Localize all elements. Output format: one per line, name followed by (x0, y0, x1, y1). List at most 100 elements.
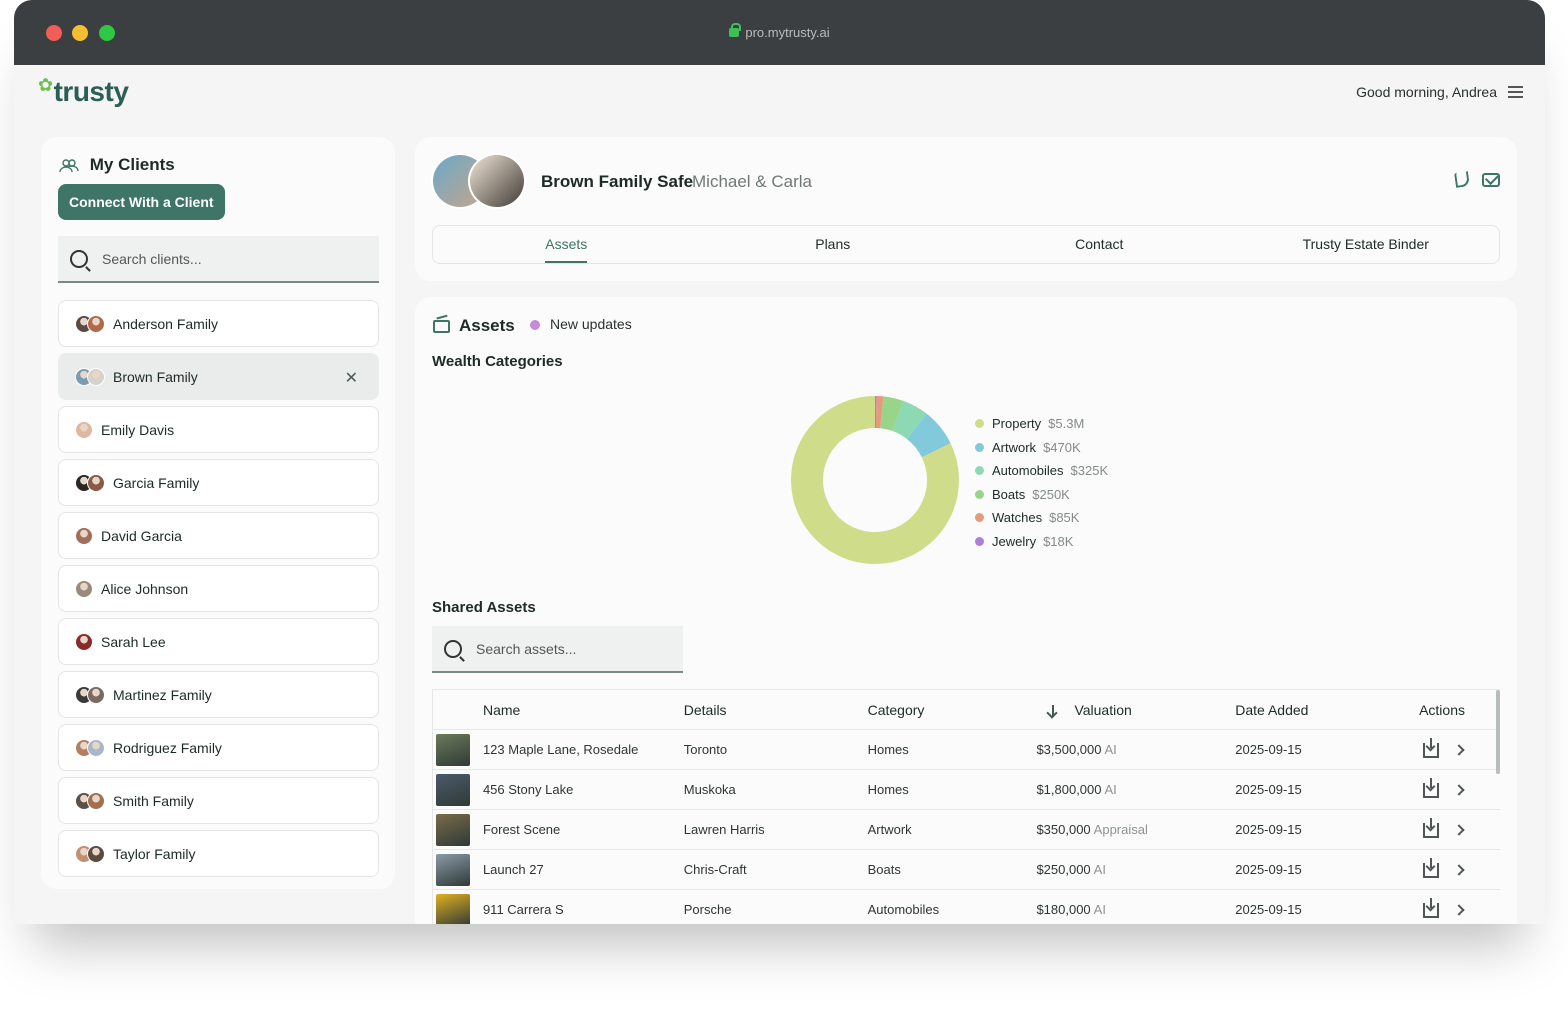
valuation-source: AI (1093, 902, 1106, 917)
table-row[interactable]: 911 Carrera S Porsche Automobiles $180,000 A… (433, 890, 1500, 924)
client-item[interactable]: Martinez Family (58, 671, 379, 718)
column-valuation[interactable]: Valuation (1036, 702, 1235, 718)
client-item[interactable]: Emily Davis (58, 406, 379, 453)
client-name: Sarah Lee (101, 633, 166, 650)
address-bar[interactable]: pro.mytrusty.ai (14, 23, 1545, 40)
asset-category: Boats (867, 862, 901, 877)
table-row[interactable]: Forest Scene Lawren Harris Artwork $350,000… (433, 810, 1500, 850)
avatar (75, 314, 105, 333)
table-row[interactable]: 123 Maple Lane, Rosedale Toronto Homes $3,5… (433, 730, 1500, 770)
search-icon (444, 639, 462, 658)
client-name: Rodriguez Family (113, 739, 222, 756)
client-item[interactable]: Brown Family ✕ (58, 353, 379, 400)
asset-valuation: $180,000 AI (1036, 902, 1235, 917)
client-item[interactable]: Taylor Family (58, 830, 379, 877)
client-item[interactable]: Anderson Family (58, 300, 379, 347)
legend-swatch (975, 419, 984, 429)
avatar (75, 738, 105, 757)
legend-item-watches[interactable]: Watches $85K (975, 506, 1108, 530)
legend-label: Artwork (992, 439, 1037, 455)
download-icon[interactable] (1423, 777, 1440, 798)
avatar-image (87, 473, 105, 492)
asset-thumbnail-cell (433, 813, 483, 846)
asset-category: Homes (867, 782, 909, 797)
legend-item-automobiles[interactable]: Automobiles $325K (975, 459, 1108, 483)
client-item[interactable]: Rodriguez Family (58, 724, 379, 771)
asset-search-input[interactable]: Search assets... (432, 626, 683, 673)
client-item[interactable]: Sarah Lee (58, 618, 379, 665)
sprout-icon: ✿ (38, 75, 53, 95)
asset-thumbnail-cell (433, 853, 483, 886)
valuation-source: AI (1093, 862, 1106, 877)
phone-icon[interactable] (1454, 171, 1470, 188)
table-scrollbar[interactable] (1496, 690, 1500, 774)
tab-assets[interactable]: Assets (433, 226, 700, 263)
chevron-right-icon[interactable] (1453, 824, 1465, 836)
client-list: Anderson Family Brown Family ✕ Emily Davis G… (58, 300, 379, 883)
download-icon[interactable] (1423, 737, 1440, 758)
people-icon (59, 158, 79, 172)
chevron-right-icon[interactable] (1453, 784, 1465, 796)
asset-date-added: 2025-09-15 (1235, 742, 1302, 757)
asset-name: 123 Maple Lane, Rosedale (482, 742, 639, 757)
legend-item-property[interactable]: Property $5.3M (975, 412, 1108, 436)
client-name: Garcia Family (113, 474, 200, 491)
column-category[interactable]: Category (868, 702, 1037, 718)
asset-category: Automobiles (867, 902, 940, 917)
valuation-amount: $1,800,000 (1036, 782, 1102, 797)
chevron-right-icon[interactable] (1453, 744, 1465, 756)
client-item[interactable]: David Garcia (58, 512, 379, 559)
greeting-text: Good morning, Andrea (1356, 84, 1497, 100)
legend-item-jewelry[interactable]: Jewelry $18K (975, 530, 1108, 554)
asset-actions (1419, 817, 1500, 838)
tab-trusty-estate-binder[interactable]: Trusty Estate Binder (1233, 226, 1500, 263)
avatar-image (87, 844, 105, 863)
asset-details: Chris-Craft (683, 862, 747, 877)
asset-details: Lawren Harris (683, 822, 765, 837)
avatar-image (87, 738, 105, 757)
wealth-categories-title: Wealth Categories (432, 353, 563, 370)
close-icon[interactable]: ✕ (345, 368, 358, 388)
download-icon[interactable] (1423, 817, 1440, 838)
connect-client-button[interactable]: Connect With a Client (58, 184, 225, 220)
client-search-input[interactable]: Search clients... (58, 236, 379, 283)
legend-item-boats[interactable]: Boats $250K (975, 483, 1108, 507)
asset-details: Porsche (683, 902, 732, 917)
column-date-added[interactable]: Date Added (1235, 702, 1419, 718)
table-row[interactable]: 456 Stony Lake Muskoka Homes $1,800,000 AI 20… (433, 770, 1500, 810)
hamburger-menu-icon[interactable] (1508, 86, 1523, 98)
legend-item-artwork[interactable]: Artwork $470K (975, 436, 1108, 460)
mail-icon[interactable] (1482, 173, 1500, 187)
legend-label: Automobiles (992, 463, 1064, 479)
asset-thumbnail (436, 733, 470, 766)
asset-actions (1419, 897, 1500, 918)
table-header: Name Details Category Valuation Date Add… (433, 690, 1500, 730)
avatar-image (87, 685, 105, 704)
asset-actions (1419, 777, 1500, 798)
avatar (75, 526, 93, 545)
clients-panel: My Clients Connect With a Client Search … (41, 137, 395, 889)
donut-slice-artwork[interactable] (906, 413, 951, 458)
valuation-amount: $3,500,000 (1036, 742, 1102, 757)
browser-titlebar: pro.mytrusty.ai (14, 0, 1545, 65)
tab-contact[interactable]: Contact (966, 226, 1233, 263)
asset-details: Muskoka (683, 782, 736, 797)
asset-thumbnail (436, 773, 470, 806)
search-icon (70, 249, 88, 268)
table-row[interactable]: Launch 27 Chris-Craft Boats $250,000 AI 2025-… (433, 850, 1500, 890)
client-item[interactable]: Alice Johnson (58, 565, 379, 612)
donut-slice-automobiles[interactable] (891, 400, 927, 440)
client-item[interactable]: Garcia Family (58, 459, 379, 506)
download-icon[interactable] (1423, 857, 1440, 878)
column-details[interactable]: Details (684, 702, 868, 718)
sort-down-icon[interactable] (1052, 704, 1055, 717)
client-item[interactable]: Smith Family (58, 777, 379, 824)
download-icon[interactable] (1423, 897, 1440, 918)
chevron-right-icon[interactable] (1453, 904, 1465, 916)
donut-slice-boats[interactable] (879, 396, 904, 432)
asset-thumbnail-cell (433, 773, 483, 806)
column-name[interactable]: Name (483, 702, 684, 718)
trusty-logo[interactable]: ✿trusty (38, 75, 129, 108)
chevron-right-icon[interactable] (1453, 864, 1465, 876)
tab-plans[interactable]: Plans (700, 226, 967, 263)
